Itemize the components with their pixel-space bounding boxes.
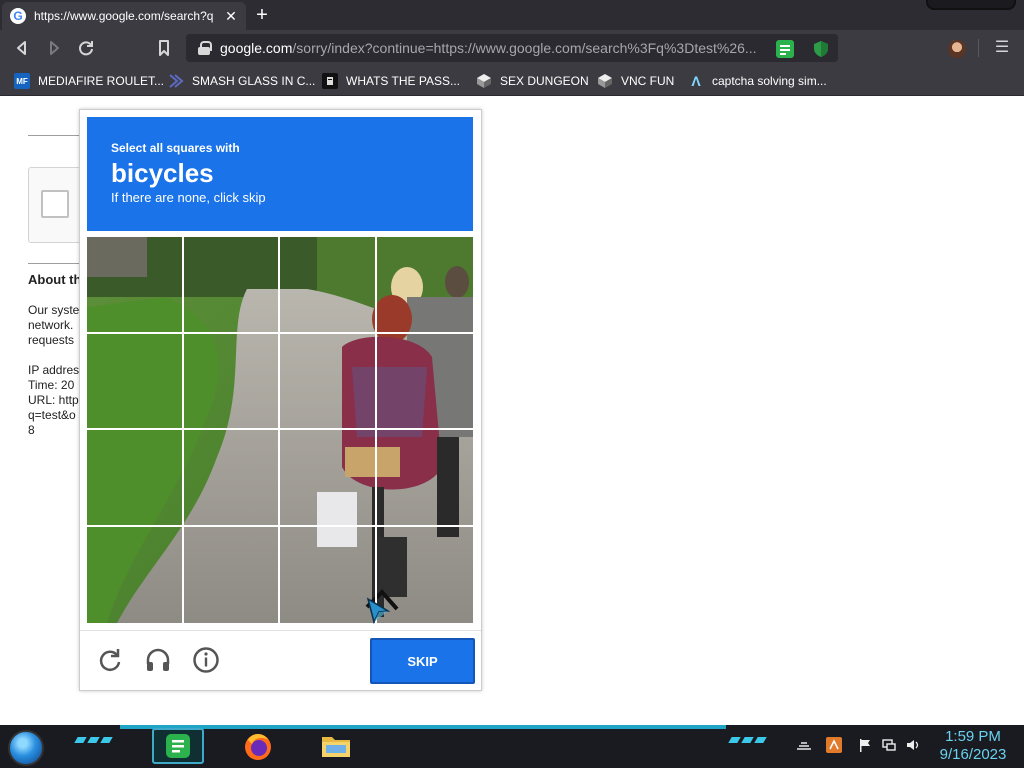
captcha-tiles — [87, 237, 473, 623]
tab-strip: G https://www.google.com/search?q ✕ + — [0, 0, 1024, 30]
bookmark-label: MEDIAFIRE ROULET... — [38, 74, 165, 88]
skip-button[interactable]: SKIP — [370, 638, 475, 684]
url-host: google.com — [220, 40, 293, 56]
browser-tab[interactable]: G https://www.google.com/search?q ✕ — [2, 2, 246, 30]
bookmark-item[interactable]: WHATS THE PASS... — [322, 71, 460, 91]
flag-icon[interactable] — [857, 737, 873, 753]
bookmark-label: WHATS THE PASS... — [346, 74, 461, 88]
taskbar-decoration — [74, 737, 116, 745]
captcha-challenge-dialog: Select all squares with bicycles If ther… — [79, 109, 482, 691]
captcha-instruction: Select all squares with — [111, 141, 240, 155]
lock-icon — [198, 41, 212, 55]
network-icon[interactable] — [881, 737, 897, 753]
address-bar[interactable]: google.com /sorry/index?continue=https:/… — [186, 34, 954, 62]
menu-icon[interactable]: ☰ — [992, 37, 1012, 59]
start-button[interactable] — [8, 730, 44, 766]
info-icon[interactable] — [191, 645, 221, 675]
bookmark-item[interactable]: Λ captcha solving sim... — [688, 71, 827, 91]
show-hidden-icons[interactable] — [796, 737, 812, 753]
new-tab-button[interactable]: + — [251, 4, 273, 26]
page-text-line: q=test&o — [28, 408, 76, 422]
page-text-line: URL: http — [28, 393, 79, 407]
clock-time: 1:59 PM — [945, 728, 1001, 745]
captcha-footer: SKIP — [80, 630, 481, 690]
tab-title: https://www.google.com/search?q — [34, 9, 214, 23]
bookmark-item[interactable]: VNC FUN — [597, 71, 674, 91]
captcha-tile[interactable] — [184, 526, 280, 623]
captcha-subtext: If there are none, click skip — [111, 190, 266, 205]
captcha-tile[interactable] — [87, 430, 184, 527]
recaptcha-checkbox[interactable] — [41, 190, 69, 218]
close-tab-icon[interactable]: ✕ — [224, 8, 238, 25]
page-heading: About th — [28, 272, 82, 287]
reload-icon[interactable] — [75, 37, 97, 59]
notes-app-icon[interactable] — [152, 728, 204, 764]
captcha-tile[interactable] — [183, 333, 280, 430]
page-text-line: 8 — [28, 423, 35, 437]
captcha-target: bicycles — [111, 158, 214, 188]
clock-date: 9/16/2023 — [939, 746, 1007, 763]
notes-extension-icon[interactable] — [776, 40, 794, 58]
window-decoration — [926, 0, 1016, 10]
captcha-tile[interactable] — [280, 526, 377, 623]
forward-icon[interactable] — [43, 37, 65, 59]
bookmarks-bar: MF MEDIAFIRE ROULET... SMASH GLASS IN C.… — [0, 66, 1024, 96]
bookmark-icon[interactable] — [153, 37, 175, 59]
back-icon[interactable] — [11, 37, 33, 59]
page-text-line: network. — [28, 318, 74, 332]
page-text-line: IP addres — [28, 363, 80, 377]
taskbar-accent — [120, 725, 726, 729]
firefox-icon[interactable] — [232, 728, 284, 764]
navigation-bar: google.com /sorry/index?continue=https:/… — [0, 30, 1024, 66]
captcha-tile[interactable] — [376, 334, 473, 430]
reload-icon[interactable] — [95, 645, 125, 675]
captcha-header: Select all squares with bicycles If ther… — [87, 117, 473, 231]
toolbar-divider — [978, 39, 979, 57]
mediafire-icon: MF — [14, 73, 30, 89]
dungeon-icon — [476, 73, 492, 89]
captcha-tile[interactable] — [280, 333, 377, 430]
captcha-tile[interactable] — [280, 430, 377, 527]
headphones-icon[interactable] — [143, 645, 173, 675]
captcha-tile[interactable] — [280, 237, 377, 334]
bookmark-label: SMASH GLASS IN C... — [192, 74, 316, 88]
page-text-line: Time: 20 — [28, 378, 75, 392]
captcha-tile[interactable] — [87, 526, 184, 623]
bookmark-label: SEX DUNGEON — [500, 74, 589, 88]
system-clock[interactable]: 1:59 PM 9/16/2023 — [930, 728, 1016, 764]
captcha-image-grid — [87, 237, 473, 623]
taskbar-decoration — [728, 737, 770, 745]
bookmark-item[interactable]: SEX DUNGEON — [476, 71, 589, 91]
captcha-tile[interactable] — [87, 237, 184, 334]
captcha-tile[interactable] — [87, 333, 184, 430]
file-explorer-icon[interactable] — [310, 728, 362, 764]
profile-avatar[interactable] — [948, 40, 966, 58]
captcha-tile[interactable] — [183, 430, 280, 527]
bookmark-item[interactable]: SMASH GLASS IN C... — [168, 71, 315, 91]
captcha-tile[interactable] — [183, 237, 280, 334]
bookmark-label: captcha solving sim... — [712, 74, 827, 88]
captcha-site-icon: Λ — [691, 73, 701, 89]
page-text-line: Our syste — [28, 303, 80, 317]
bookmark-item[interactable]: MF MEDIAFIRE ROULET... — [14, 71, 164, 91]
smash-glass-icon — [168, 73, 184, 89]
volume-icon[interactable] — [905, 737, 921, 753]
url-path: /sorry/index?continue=https://www.google… — [292, 40, 757, 56]
page-text-line: requests — [28, 333, 75, 347]
google-favicon-icon: G — [10, 8, 26, 24]
password-site-icon — [322, 73, 338, 89]
mouse-cursor-icon — [366, 597, 391, 625]
vnc-icon — [597, 73, 613, 89]
bookmark-label: VNC FUN — [621, 74, 675, 88]
captcha-tile[interactable] — [376, 430, 473, 527]
captcha-tile[interactable] — [376, 237, 473, 334]
shield-extension-icon[interactable] — [812, 40, 830, 58]
sound-app-icon[interactable] — [826, 737, 842, 753]
taskbar: 1:59 PM 9/16/2023 — [0, 725, 1024, 768]
